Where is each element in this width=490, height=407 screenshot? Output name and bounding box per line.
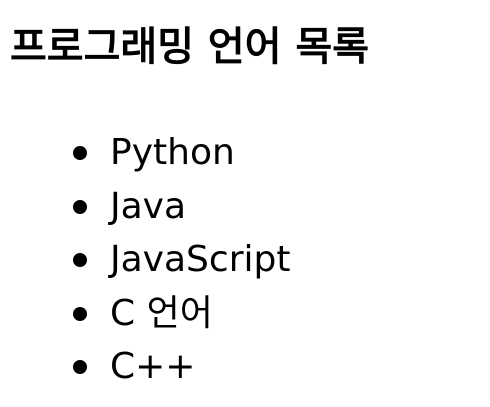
bullet-icon	[73, 306, 87, 321]
list-item-label: C++	[110, 346, 196, 387]
bullet-icon	[73, 146, 87, 160]
list-item-label: C 언어	[110, 292, 213, 334]
list-item-label: Python	[110, 132, 235, 173]
list-item-label: Java	[110, 185, 187, 227]
page-title: 프로그래밍 언어 목록	[10, 24, 370, 70]
bullet-icon	[73, 253, 87, 267]
bullet-icon	[73, 199, 87, 214]
list-item-label: JavaScript	[110, 239, 291, 280]
bullet-icon	[73, 360, 87, 374]
